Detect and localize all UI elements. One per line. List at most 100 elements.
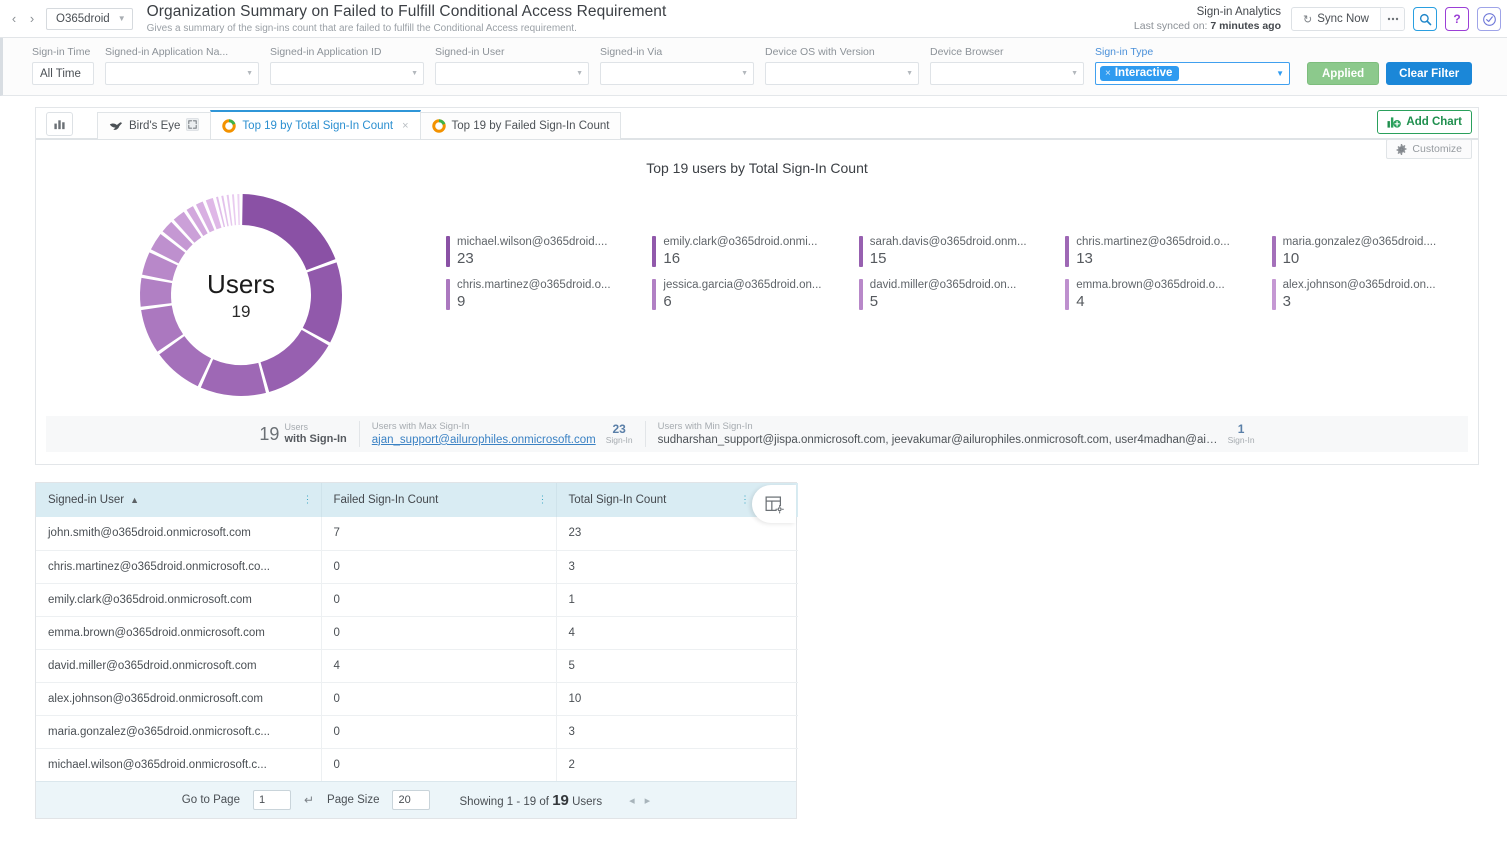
donut-slice[interactable] — [303, 262, 342, 342]
legend-label: sarah.davis@o365droid.onm... — [870, 236, 1027, 248]
column-menu-icon[interactable]: ⋮ — [740, 496, 750, 504]
legend-value: 6 — [663, 293, 821, 310]
table-row[interactable]: emily.clark@o365droid.onmicrosoft.com01 — [36, 583, 798, 616]
tab-top-19-by-failed-signin-count[interactable]: Top 19 by Failed Sign-In Count — [420, 112, 622, 139]
sync-now-button[interactable]: ↻ Sync Now — [1292, 8, 1380, 30]
donut-slice[interactable] — [242, 194, 335, 270]
customize-button[interactable]: Customize — [1386, 139, 1472, 159]
legend-item[interactable]: michael.wilson@o365droid....23 — [436, 236, 642, 267]
prev-page-button[interactable]: ◂ — [629, 794, 635, 807]
donut-chart-wrap: Users 19 — [46, 184, 436, 400]
legend-item[interactable]: emma.brown@o365droid.o...4 — [1055, 279, 1261, 310]
table-row[interactable]: john.smith@o365droid.onmicrosoft.com723 — [36, 517, 798, 550]
donut-chart[interactable]: Users 19 — [136, 190, 346, 400]
search-button[interactable] — [1413, 7, 1437, 31]
sort-asc-icon[interactable]: ▲ — [130, 495, 139, 505]
status-button[interactable] — [1477, 7, 1501, 31]
legend-item[interactable]: maria.gonzalez@o365droid....10 — [1262, 236, 1468, 267]
filter-label: Sign-in Time — [32, 46, 94, 58]
column-header-signed-in-user[interactable]: Signed-in User ▲ ⋮ — [36, 483, 321, 517]
search-icon — [1419, 13, 1432, 26]
tab-close-icon[interactable]: × — [402, 120, 408, 132]
summary-max-unit: Sign-In — [606, 436, 633, 445]
column-menu-icon[interactable]: ⋮ — [303, 496, 313, 504]
nav-back-button[interactable]: ‹ — [6, 8, 22, 30]
legend-item[interactable]: emily.clark@o365droid.onmi...16 — [642, 236, 848, 267]
customize-label: Customize — [1412, 143, 1462, 155]
chart-list-button[interactable] — [46, 112, 73, 136]
table-row[interactable]: michael.wilson@o365droid.onmicrosoft.c..… — [36, 748, 798, 781]
page-title: Organization Summary on Failed to Fulfil… — [147, 3, 667, 21]
legend-text: jessica.garcia@o365droid.on...6 — [663, 279, 821, 310]
legend-color-swatch — [1065, 236, 1069, 267]
chevron-down-icon: ▼ — [118, 14, 126, 23]
chip-remove-icon[interactable]: × — [1105, 68, 1111, 79]
donut-slice[interactable] — [261, 330, 329, 392]
cell-total-signin-count: 3 — [556, 715, 798, 748]
legend-label: emma.brown@o365droid.o... — [1076, 279, 1224, 291]
applied-button[interactable]: Applied — [1307, 62, 1379, 85]
signed-in-user-select[interactable]: ▼ — [435, 62, 589, 85]
help-button[interactable]: ? — [1445, 7, 1469, 31]
showing-total: 19 — [552, 792, 569, 809]
signin-time-input[interactable]: All Time — [32, 62, 94, 85]
add-chart-button[interactable]: Add Chart — [1377, 110, 1472, 134]
device-browser-select[interactable]: ▼ — [930, 62, 1084, 85]
filter-signin-time: Sign-in Time All Time — [32, 46, 94, 85]
filter-device-os: Device OS with Version ▼ — [765, 46, 919, 85]
signin-type-select[interactable]: × Interactive ▼ — [1095, 62, 1290, 85]
legend-text: michael.wilson@o365droid....23 — [457, 236, 607, 267]
legend-item[interactable]: chris.martinez@o365droid.o...13 — [1055, 236, 1261, 267]
expand-icon[interactable] — [186, 118, 199, 134]
donut-slice[interactable] — [232, 194, 236, 225]
donut-chart-svg[interactable] — [136, 190, 346, 400]
donut-slice[interactable] — [201, 359, 266, 396]
table-row[interactable]: maria.gonzalez@o365droid.onmicrosoft.c..… — [36, 715, 798, 748]
signin-type-chip[interactable]: × Interactive — [1100, 66, 1179, 81]
device-os-select[interactable]: ▼ — [765, 62, 919, 85]
signed-in-application-name-select[interactable]: ▼ — [105, 62, 259, 85]
legend-color-swatch — [859, 279, 863, 310]
legend-item[interactable]: alex.johnson@o365droid.on...3 — [1262, 279, 1468, 310]
table-body: john.smith@o365droid.onmicrosoft.com723c… — [36, 517, 798, 781]
table-row[interactable]: emma.brown@o365droid.onmicrosoft.com04 — [36, 616, 798, 649]
chevron-down-icon: ▼ — [906, 70, 913, 77]
legend-color-swatch — [1272, 236, 1276, 267]
table-row[interactable]: chris.martinez@o365droid.onmicrosoft.co.… — [36, 550, 798, 583]
signed-in-application-id-select[interactable]: ▼ — [270, 62, 424, 85]
column-label: Signed-in User — [48, 494, 124, 506]
goto-page-enter-icon[interactable]: ↵ — [304, 793, 314, 807]
tab-birds-eye[interactable]: Bird's Eye — [97, 112, 211, 139]
tab-top-19-by-total-signin-count[interactable]: Top 19 by Total Sign-In Count × — [210, 110, 420, 139]
column-menu-icon[interactable]: ⋮ — [538, 496, 548, 504]
legend-item[interactable]: jessica.garcia@o365droid.on...6 — [642, 279, 848, 310]
app-header: ‹ › O365droid ▼ Organization Summary on … — [0, 0, 1507, 38]
legend-item[interactable]: david.miller@o365droid.on...5 — [849, 279, 1055, 310]
refresh-icon: ↻ — [1303, 13, 1312, 26]
chart-tabstrip: Bird's Eye Top 19 by Total Sign-In Count… — [36, 108, 1478, 140]
legend-item[interactable]: sarah.davis@o365droid.onm...15 — [849, 236, 1055, 267]
last-synced-value: 7 minutes ago — [1210, 20, 1281, 32]
nav-forward-button[interactable]: › — [24, 8, 40, 30]
organization-selector[interactable]: O365droid ▼ — [46, 8, 133, 30]
next-page-button[interactable]: ▸ — [645, 794, 651, 807]
table-settings-button[interactable] — [752, 485, 796, 523]
filter-label: Signed-in Application Na... — [105, 46, 259, 58]
legend-label: david.miller@o365droid.on... — [870, 279, 1017, 291]
cell-failed-signin-count: 0 — [321, 583, 556, 616]
cell-signed-in-user: john.smith@o365droid.onmicrosoft.com — [36, 517, 321, 550]
legend-item[interactable]: chris.martinez@o365droid.o...9 — [436, 279, 642, 310]
summary-max-user-link[interactable]: ajan_support@ailurophiles.onmicrosoft.co… — [372, 433, 596, 447]
table-header-row: Signed-in User ▲ ⋮ Failed Sign-In Count … — [36, 483, 798, 517]
column-header-failed-signin-count[interactable]: Failed Sign-In Count ⋮ — [321, 483, 556, 517]
table-row[interactable]: david.miller@o365droid.onmicrosoft.com45 — [36, 649, 798, 682]
sync-more-button[interactable] — [1380, 8, 1404, 30]
signed-in-via-select[interactable]: ▼ — [600, 62, 754, 85]
cell-total-signin-count: 10 — [556, 682, 798, 715]
donut-slice[interactable] — [237, 194, 240, 225]
table-row[interactable]: alex.johnson@o365droid.onmicrosoft.com01… — [36, 682, 798, 715]
donut-slice[interactable] — [140, 278, 172, 307]
page-size-input[interactable] — [392, 790, 430, 810]
goto-page-input[interactable] — [253, 790, 291, 810]
clear-filter-button[interactable]: Clear Filter — [1386, 62, 1472, 85]
